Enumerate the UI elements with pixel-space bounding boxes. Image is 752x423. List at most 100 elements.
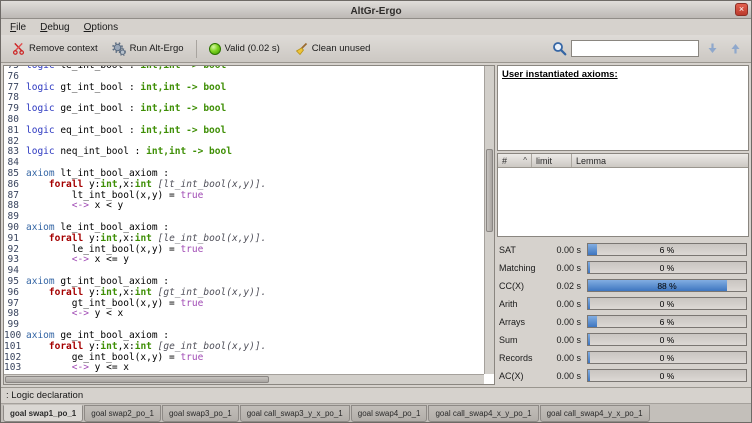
tab-goal-call-swap4-y-x-po-1[interactable]: goal call_swap4_y_x_po_1: [540, 405, 650, 422]
stat-time: 0.00 s: [547, 263, 587, 273]
line-text: <-> y < x: [26, 309, 123, 320]
remove-context-button[interactable]: Remove context: [7, 39, 103, 58]
stat-label: AC(X): [499, 371, 547, 381]
stat-row-sum: Sum0.00 s0 %: [499, 331, 747, 348]
axioms-panel-title: User instantiated axioms:: [502, 69, 744, 80]
column-header-lemma[interactable]: Lemma: [572, 154, 748, 167]
menu-item-file[interactable]: File: [3, 21, 33, 34]
stat-label: Matching: [499, 263, 547, 273]
status-text: : Logic declaration: [6, 390, 83, 401]
horizontal-scrollbar-thumb[interactable]: [5, 376, 269, 383]
code-line: 79logic ge_int_bool : int,int -> bool: [4, 104, 484, 115]
main-area: 75logic le_int_bool : int,int -> bool767…: [1, 63, 751, 387]
stat-label: Records: [499, 353, 547, 363]
line-text: logic neq_int_bool : int,int -> bool: [26, 147, 232, 158]
stat-time: 0.00 s: [547, 317, 587, 327]
line-text: logic gt_int_bool : int,int -> bool: [26, 83, 226, 94]
tab-goal-call-swap3-y-x-po-1[interactable]: goal call_swap3_y_x_po_1: [240, 405, 350, 422]
remove-context-label: Remove context: [29, 43, 98, 54]
valid-green-icon: [209, 43, 221, 55]
stat-row-cc-x-: CC(X)0.02 s88 %: [499, 277, 747, 294]
run-alt-ergo-label: Run Alt-Ergo: [130, 43, 184, 54]
progress-bar: 6 %: [587, 243, 747, 256]
tab-goal-swap2-po-1[interactable]: goal swap2_po_1: [84, 405, 161, 422]
progress-bar: 0 %: [587, 261, 747, 274]
menu-item-debug[interactable]: Debug: [33, 21, 76, 34]
vertical-scrollbar-thumb[interactable]: [486, 149, 493, 232]
progress-bar: 0 %: [587, 351, 747, 364]
line-text: <-> x <= y: [26, 255, 129, 266]
progress-label: 0 %: [588, 370, 746, 381]
app-window: AltGr-Ergo × FileDebugOptions Remove con…: [0, 0, 752, 423]
tab-goal-swap4-po-1[interactable]: goal swap4_po_1: [351, 405, 428, 422]
line-text: <-> y <= x: [26, 363, 129, 374]
lemma-table: # ^ limit Lemma: [497, 153, 749, 237]
stat-label: Arith: [499, 299, 547, 309]
progress-label: 0 %: [588, 262, 746, 273]
search-icon: [552, 41, 567, 56]
lemma-table-body: [498, 168, 748, 236]
progress-bar: 0 %: [587, 297, 747, 310]
title-bar[interactable]: AltGr-Ergo ×: [1, 1, 751, 19]
horizontal-scrollbar[interactable]: [4, 374, 484, 384]
run-alt-ergo-button[interactable]: Run Alt-Ergo: [107, 39, 189, 59]
tab-goal-call-swap4-x-y-po-1[interactable]: goal call_swap4_x_y_po_1: [428, 405, 538, 422]
search-next-button[interactable]: [703, 39, 722, 58]
code-line: 81logic eq_int_bool : int,int -> bool: [4, 126, 484, 137]
progress-label: 6 %: [588, 316, 746, 327]
stat-time: 0.00 s: [547, 371, 587, 381]
menu-bar: FileDebugOptions: [1, 19, 751, 35]
tab-goal-swap3-po-1[interactable]: goal swap3_po_1: [162, 405, 239, 422]
code-line: 93 <-> x <= y: [4, 255, 484, 266]
progress-bar: 6 %: [587, 315, 747, 328]
broom-icon: [294, 42, 308, 56]
line-text: logic le_int_bool : int,int -> bool: [26, 66, 226, 72]
line-number: 103: [4, 363, 26, 374]
stat-label: Arrays: [499, 317, 547, 327]
status-bar: : Logic declaration: [1, 387, 751, 403]
clean-unused-button[interactable]: Clean unused: [289, 39, 376, 59]
code-viewport: 75logic le_int_bool : int,int -> bool767…: [4, 66, 484, 374]
search-input[interactable]: [571, 40, 699, 57]
stat-row-matching: Matching0.00 s0 %: [499, 259, 747, 276]
sort-asc-icon: ^: [523, 156, 527, 165]
code-line: 88 <-> x < y: [4, 201, 484, 212]
line-number: 101: [4, 342, 26, 353]
arrow-up-icon: [729, 42, 742, 55]
progress-bar: 0 %: [587, 333, 747, 346]
menu-item-options[interactable]: Options: [77, 21, 125, 34]
column-header-limit[interactable]: limit: [532, 154, 572, 167]
code-line: 77logic gt_int_bool : int,int -> bool: [4, 83, 484, 94]
right-panel: User instantiated axioms: # ^ limit Lemm…: [497, 65, 749, 385]
close-button[interactable]: ×: [735, 3, 748, 16]
stat-label: CC(X): [499, 281, 547, 291]
progress-label: 0 %: [588, 334, 746, 345]
code-content: 75logic le_int_bool : int,int -> bool767…: [4, 66, 484, 374]
line-text: logic ge_int_bool : int,int -> bool: [26, 104, 226, 115]
line-text: logic eq_int_bool : int,int -> bool: [26, 126, 226, 137]
arrow-down-icon: [706, 42, 719, 55]
tab-goal-swap1-po-1[interactable]: goal swap1_po_1: [3, 405, 83, 422]
column-header-number[interactable]: # ^: [498, 154, 532, 167]
vertical-scrollbar[interactable]: [484, 66, 494, 374]
toolbar-separator: [196, 40, 197, 58]
search-prev-button[interactable]: [726, 39, 745, 58]
valid-status-label: Valid (0.02 s): [225, 43, 280, 54]
stat-row-ac-x-: AC(X)0.00 s0 %: [499, 367, 747, 384]
progress-label: 88 %: [588, 280, 746, 291]
stat-label: Sum: [499, 335, 547, 345]
code-editor[interactable]: 75logic le_int_bool : int,int -> bool767…: [3, 65, 495, 385]
gears-run-icon: [112, 42, 126, 56]
instantiated-axioms-panel: User instantiated axioms:: [497, 65, 749, 151]
column-number-label: #: [502, 156, 507, 166]
progress-label: 0 %: [588, 298, 746, 309]
stat-time: 0.00 s: [547, 353, 587, 363]
scissors-icon: [12, 42, 25, 55]
code-line: 98 <-> y < x: [4, 309, 484, 320]
line-text: <-> x < y: [26, 201, 123, 212]
toolbar: Remove context Run Alt-Ergo Valid (0.02 …: [1, 35, 751, 63]
clean-unused-label: Clean unused: [312, 43, 371, 54]
stat-label: SAT: [499, 245, 547, 255]
window-title: AltGr-Ergo: [350, 6, 401, 17]
progress-bar: 88 %: [587, 279, 747, 292]
